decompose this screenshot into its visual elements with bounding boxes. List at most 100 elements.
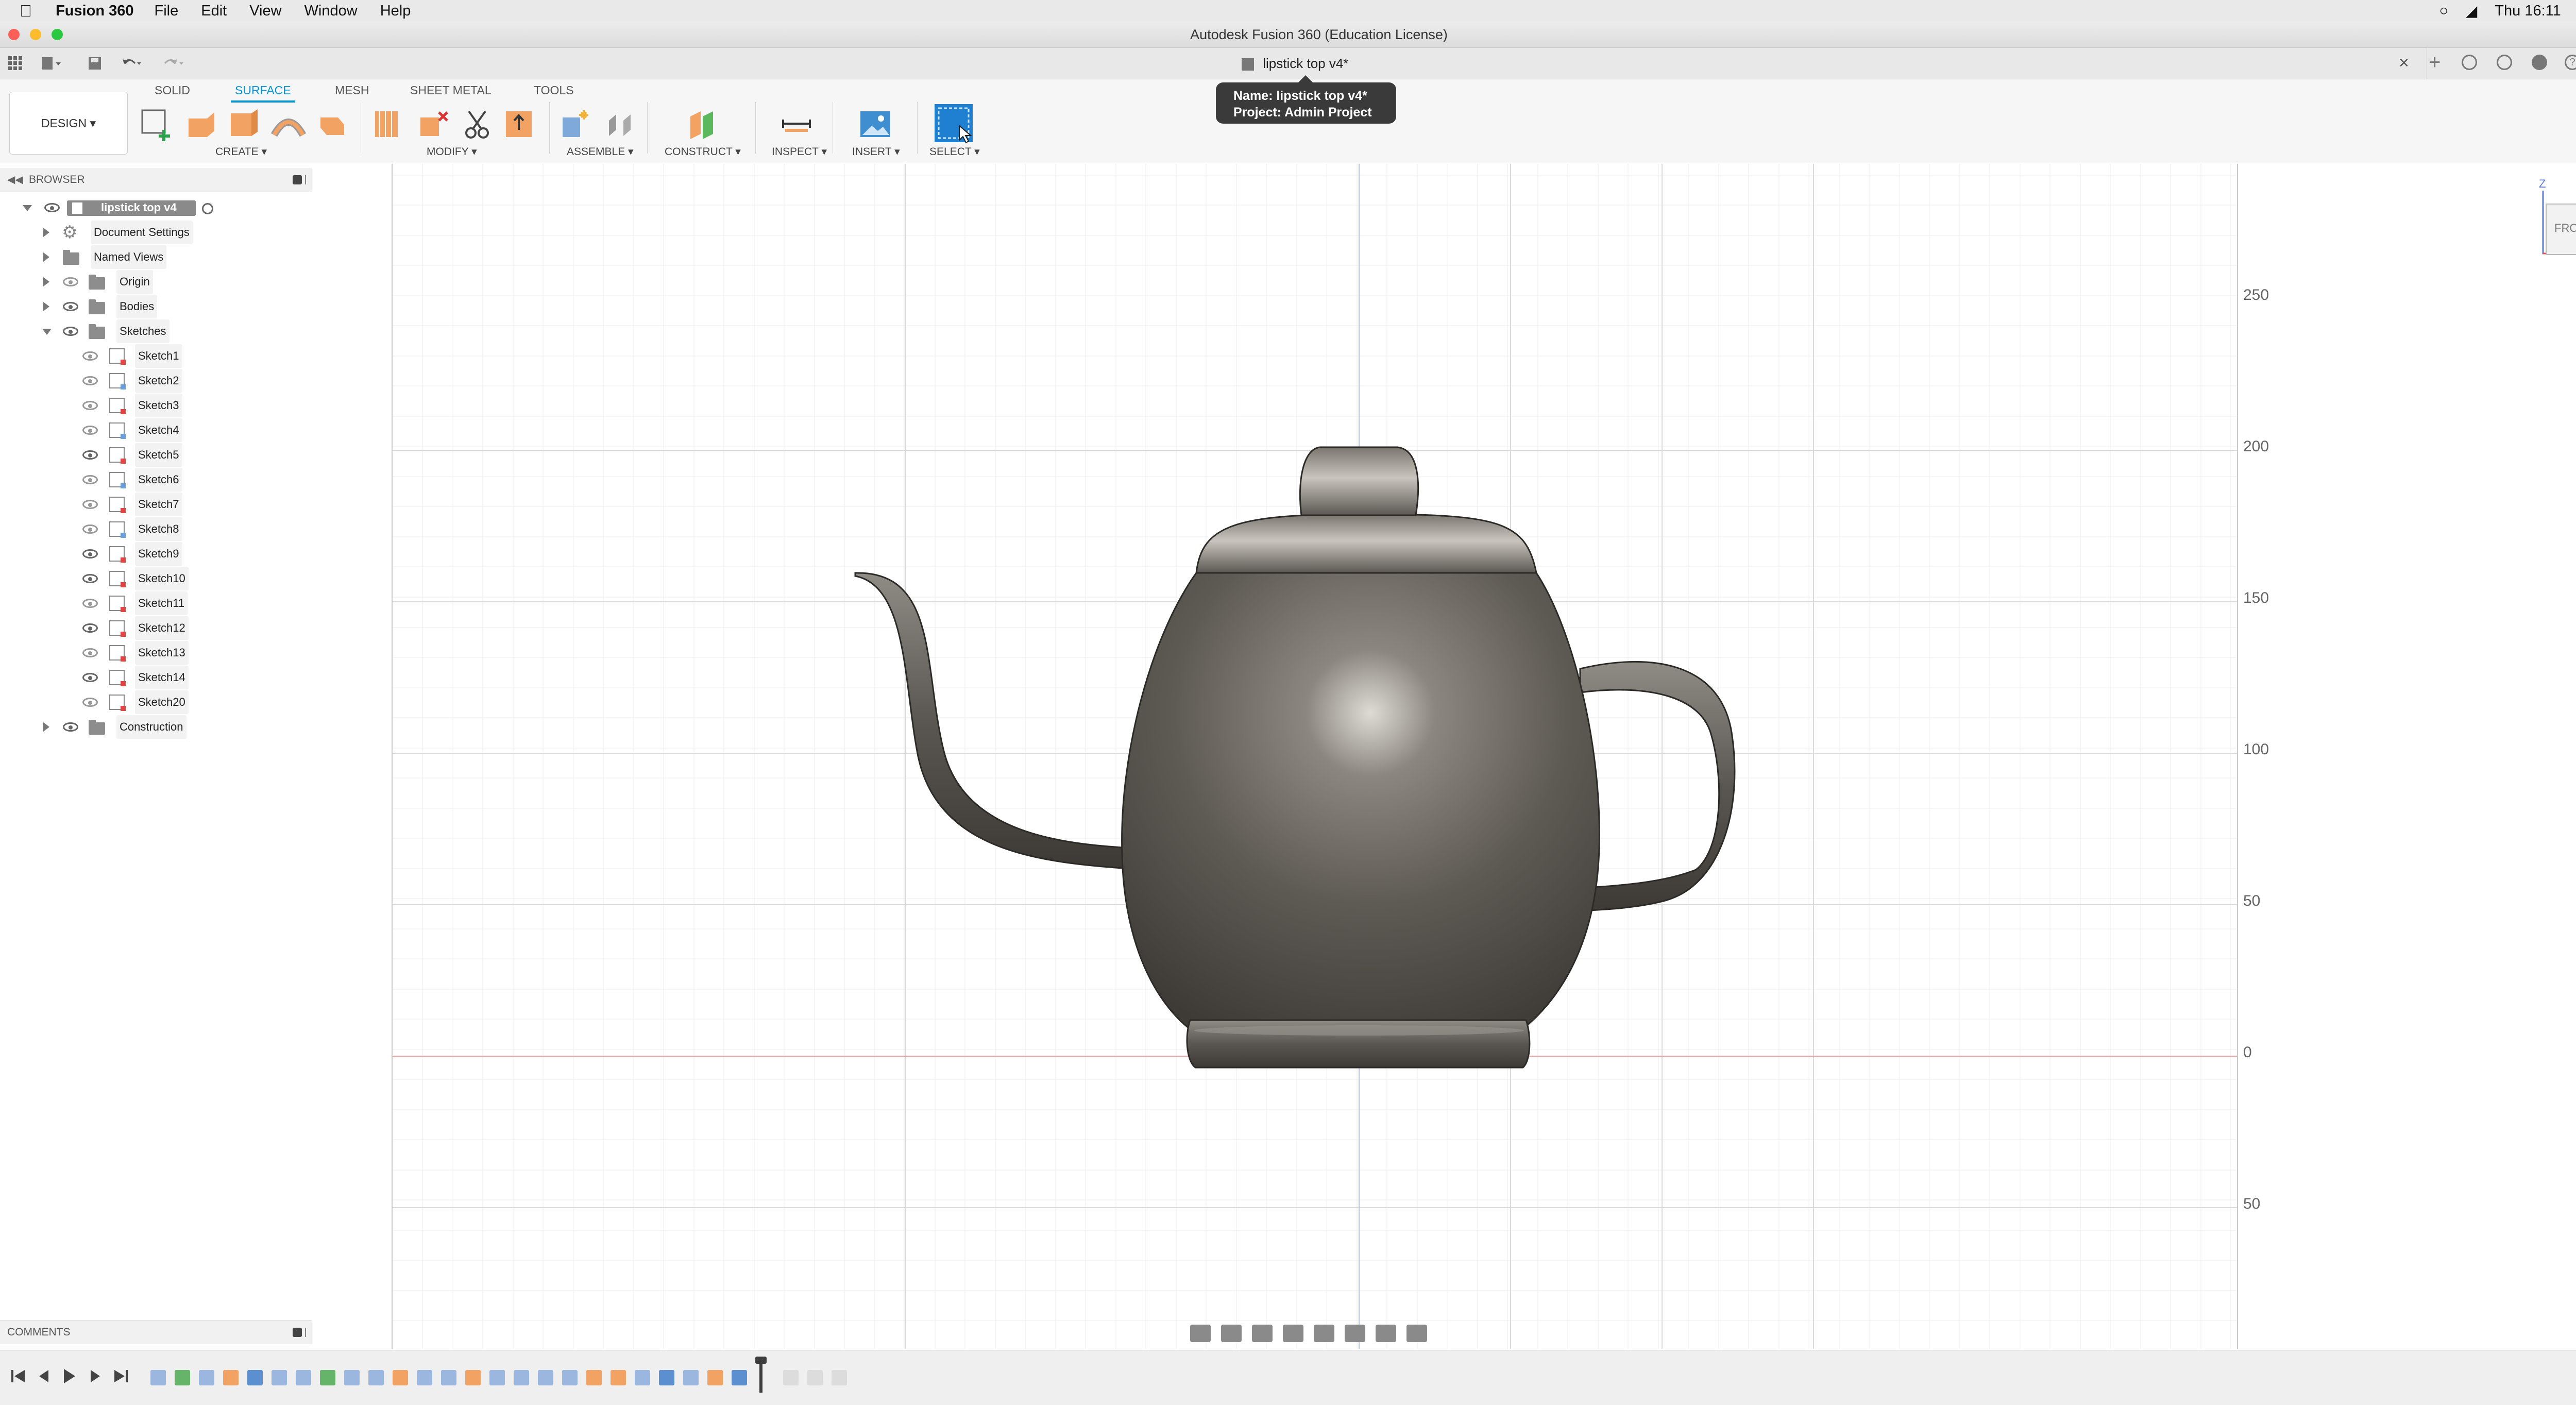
tree-item-origin[interactable]: Origin bbox=[0, 270, 309, 294]
construct-menu[interactable]: CONSTRUCT ▾ bbox=[665, 145, 741, 158]
press-pull-icon[interactable] bbox=[502, 106, 539, 143]
look-at-icon[interactable] bbox=[1221, 1325, 1242, 1342]
tab-tools[interactable]: TOOLS bbox=[534, 83, 574, 97]
menu-window[interactable]: Window bbox=[304, 3, 358, 20]
view-cube[interactable]: Z X FRONT bbox=[2530, 177, 2576, 268]
timeline-feature-icon[interactable] bbox=[732, 1370, 747, 1385]
visibility-eye-icon[interactable] bbox=[82, 549, 98, 558]
pan-icon[interactable] bbox=[1252, 1325, 1273, 1342]
expand-arrow-icon[interactable] bbox=[43, 722, 49, 732]
timeline-marker[interactable] bbox=[759, 1360, 762, 1393]
creative-cloud-icon[interactable]: ○ bbox=[2439, 3, 2448, 20]
zoom-icon[interactable] bbox=[1283, 1325, 1303, 1342]
sketch-row[interactable]: Sketch7 bbox=[0, 493, 309, 516]
offset-plane-icon[interactable] bbox=[685, 106, 722, 143]
panel-resize-handle[interactable] bbox=[305, 1328, 308, 1337]
measure-icon[interactable] bbox=[779, 106, 816, 143]
viewports-icon[interactable] bbox=[1406, 1325, 1427, 1342]
clock[interactable]: Thu 16:11 bbox=[2495, 3, 2561, 20]
timeline-feature-icon[interactable] bbox=[223, 1370, 239, 1385]
timeline-feature-icon[interactable] bbox=[150, 1370, 166, 1385]
create-menu[interactable]: CREATE ▾ bbox=[215, 145, 267, 158]
visibility-eye-icon[interactable] bbox=[82, 623, 98, 633]
go-to-start-icon[interactable] bbox=[9, 1367, 28, 1385]
visibility-eye-icon[interactable] bbox=[82, 450, 98, 460]
sketch-row[interactable]: Sketch6 bbox=[0, 468, 309, 492]
insert-canvas-icon[interactable] bbox=[857, 106, 894, 143]
timeline-feature-icon[interactable] bbox=[441, 1370, 456, 1385]
revolve-icon[interactable] bbox=[226, 106, 263, 143]
modify-menu[interactable]: MODIFY ▾ bbox=[427, 145, 477, 158]
visibility-eye-icon[interactable] bbox=[82, 599, 98, 608]
inspect-menu[interactable]: INSPECT ▾ bbox=[772, 145, 827, 158]
step-back-icon[interactable] bbox=[35, 1367, 54, 1385]
timeline-feature-icon[interactable] bbox=[393, 1370, 408, 1385]
help-icon[interactable]: ? bbox=[2565, 55, 2576, 70]
timeline-feature-icon[interactable] bbox=[296, 1370, 311, 1385]
close-tab-icon[interactable]: × bbox=[2399, 53, 2409, 73]
tree-item-sketches[interactable]: Sketches bbox=[0, 319, 309, 343]
menu-edit[interactable]: Edit bbox=[201, 3, 227, 20]
panel-resize-handle[interactable] bbox=[305, 175, 308, 184]
timeline-feature-icon[interactable] bbox=[368, 1370, 384, 1385]
timeline-feature-icon[interactable] bbox=[344, 1370, 360, 1385]
sketch-row[interactable]: Sketch11 bbox=[0, 591, 309, 615]
sketch-row[interactable]: Sketch2 bbox=[0, 369, 309, 393]
pin-icon[interactable] bbox=[293, 1328, 302, 1337]
visibility-eye-icon[interactable] bbox=[82, 401, 98, 410]
tab-surface[interactable]: SURFACE bbox=[231, 83, 295, 103]
design-canvas[interactable]: 250 200 150 100 50 0 50 bbox=[392, 164, 2269, 1349]
timeline-feature-icon[interactable] bbox=[320, 1370, 335, 1385]
play-icon[interactable] bbox=[60, 1367, 78, 1385]
collapse-panel-icon[interactable]: ◀◀ bbox=[7, 168, 23, 192]
sketch-row[interactable]: Sketch10 bbox=[0, 567, 309, 590]
sketch-row[interactable]: Sketch12 bbox=[0, 616, 309, 640]
save-icon[interactable] bbox=[88, 56, 102, 71]
tree-item-document-settings[interactable]: ⚙ Document Settings bbox=[0, 221, 309, 244]
collapse-arrow-icon[interactable] bbox=[42, 329, 52, 335]
visibility-eye-icon[interactable] bbox=[82, 648, 98, 657]
expand-arrow-icon[interactable] bbox=[43, 228, 49, 237]
sketch-row[interactable]: Sketch20 bbox=[0, 690, 309, 714]
app-menu-name[interactable]: Fusion 360 bbox=[56, 3, 134, 20]
extrude-icon[interactable] bbox=[183, 106, 221, 143]
joint-icon[interactable] bbox=[603, 106, 640, 143]
timeline-feature-icon[interactable] bbox=[611, 1370, 626, 1385]
menu-file[interactable]: File bbox=[155, 3, 179, 20]
visibility-eye-icon[interactable] bbox=[63, 327, 78, 336]
timeline-feature-icon[interactable] bbox=[538, 1370, 553, 1385]
tree-item-bodies[interactable]: Bodies bbox=[0, 295, 309, 318]
sweep-icon[interactable] bbox=[270, 106, 307, 143]
select-icon[interactable] bbox=[934, 103, 975, 144]
visibility-eye-icon[interactable] bbox=[82, 351, 98, 361]
sketch-row[interactable]: Sketch1 bbox=[0, 344, 309, 368]
visibility-eye-icon[interactable] bbox=[82, 426, 98, 435]
visibility-eye-icon[interactable] bbox=[63, 722, 78, 732]
new-tab-icon[interactable]: + bbox=[2429, 51, 2441, 74]
visibility-eye-icon[interactable] bbox=[63, 302, 78, 311]
sketch-row[interactable]: Sketch13 bbox=[0, 641, 309, 665]
timeline-feature-icon[interactable] bbox=[514, 1370, 529, 1385]
extensions-icon[interactable] bbox=[2462, 55, 2477, 70]
tree-root[interactable]: lipstick top v4 bbox=[0, 196, 309, 219]
timeline-suppressed-feature-icon[interactable] bbox=[783, 1370, 799, 1385]
delete-face-icon[interactable] bbox=[415, 106, 452, 143]
timeline-feature-icon[interactable] bbox=[635, 1370, 650, 1385]
trim-icon[interactable] bbox=[460, 106, 497, 143]
timeline-feature-icon[interactable] bbox=[247, 1370, 263, 1385]
expand-arrow-icon[interactable] bbox=[43, 277, 49, 286]
notifications-icon[interactable] bbox=[2532, 55, 2547, 70]
sketch-row[interactable]: Sketch4 bbox=[0, 418, 309, 442]
patch-icon[interactable] bbox=[370, 106, 407, 143]
tab-solid[interactable]: SOLID bbox=[155, 83, 190, 97]
timeline-feature-icon[interactable] bbox=[683, 1370, 699, 1385]
tab-sheet-metal[interactable]: SHEET METAL bbox=[410, 83, 492, 97]
sketch-row[interactable]: Sketch14 bbox=[0, 666, 309, 689]
go-to-end-icon[interactable] bbox=[111, 1367, 130, 1385]
visibility-eye-icon[interactable] bbox=[82, 574, 98, 583]
timeline-feature-icon[interactable] bbox=[707, 1370, 723, 1385]
assemble-menu[interactable]: ASSEMBLE ▾ bbox=[567, 145, 634, 158]
tree-item-construction[interactable]: Construction bbox=[0, 715, 309, 739]
timeline-feature-icon[interactable] bbox=[175, 1370, 190, 1385]
sketch-row[interactable]: Sketch3 bbox=[0, 394, 309, 417]
